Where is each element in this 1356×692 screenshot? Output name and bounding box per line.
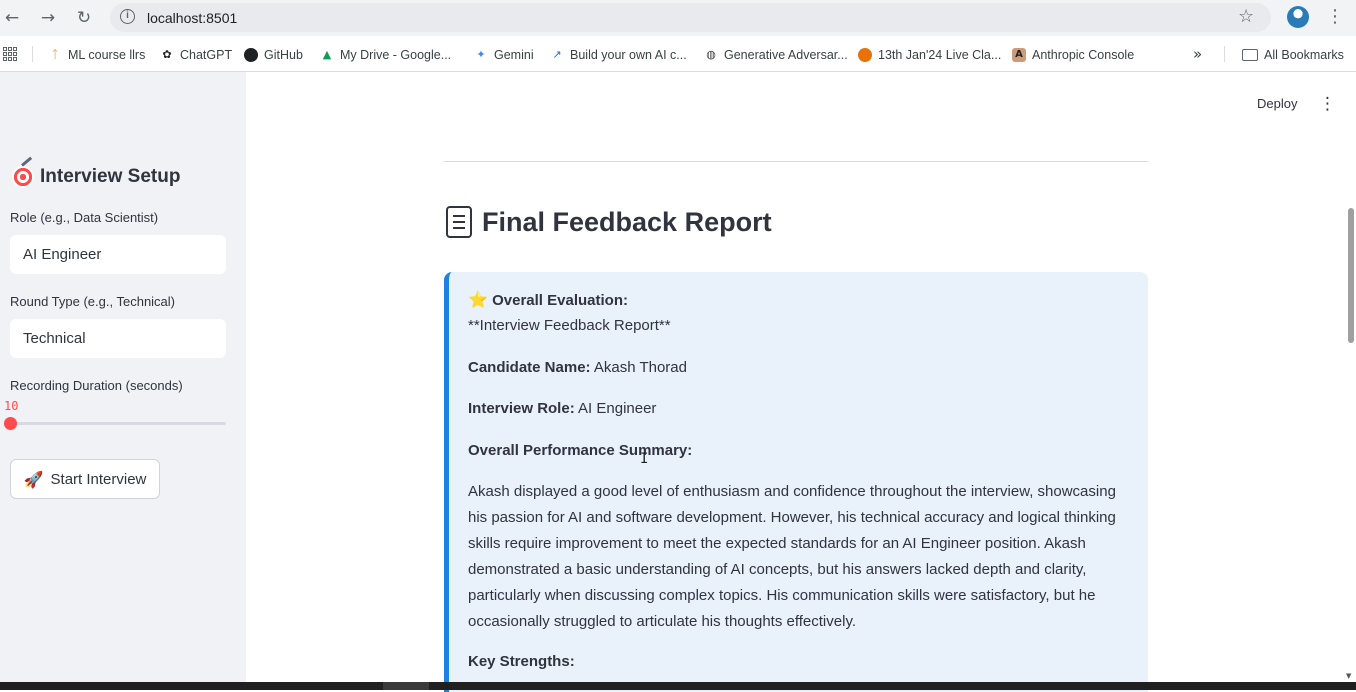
- live-class-icon: [858, 48, 872, 62]
- trend-icon: ↗: [552, 48, 562, 61]
- vertical-scrollbar[interactable]: [1348, 208, 1354, 343]
- anthropic-icon: A: [1012, 48, 1026, 62]
- bookmark-github[interactable]: GitHub: [244, 46, 303, 64]
- bookmark-ml-course[interactable]: ᛏ ML course llrs: [48, 46, 146, 64]
- sidebar-title-text: Interview Setup: [40, 166, 181, 187]
- bookmark-label: My Drive - Google...: [340, 48, 452, 62]
- overall-evaluation-label: Overall Evaluation:: [492, 292, 628, 309]
- bookmarks-bar: ᛏ ML course llrs ✿ ChatGPT GitHub ▲ My D…: [0, 36, 1356, 72]
- bookmark-gemini[interactable]: ✦ Gemini: [474, 46, 534, 64]
- interview-role-label: Interview Role:: [468, 400, 575, 417]
- site-info-icon[interactable]: i: [120, 9, 135, 24]
- chatgpt-icon: ✿: [162, 48, 172, 61]
- summary-line: occasionally struggled to articulate his…: [468, 613, 856, 630]
- start-interview-label: Start Interview: [50, 470, 147, 488]
- google-drive-icon: ▲: [322, 48, 332, 61]
- scroll-icon: [446, 206, 472, 238]
- bookmark-label: Gemini: [494, 48, 534, 62]
- candidate-label: Candidate Name:: [468, 359, 591, 376]
- rocket-icon: 🚀: [23, 469, 44, 489]
- role-line: Interview Role: AI Engineer: [468, 396, 1138, 422]
- summary-paragraph: Akash displayed a good level of enthusia…: [468, 479, 1138, 635]
- duration-slider-thumb[interactable]: [4, 417, 17, 430]
- bookmark-label: Anthropic Console: [1032, 48, 1135, 62]
- url-text[interactable]: localhost:8501: [147, 10, 237, 26]
- duration-label: Recording Duration (seconds): [10, 378, 183, 393]
- duration-slider-value: 10: [4, 399, 19, 413]
- all-bookmarks[interactable]: All Bookmarks: [1242, 46, 1344, 64]
- github-icon: [244, 48, 258, 62]
- bookmark-live-class[interactable]: 13th Jan'24 Live Cla...: [858, 46, 1001, 64]
- bookmarks-divider: [1224, 46, 1225, 62]
- feedback-info-box: ⭐ Overall Evaluation: **Interview Feedba…: [444, 272, 1148, 692]
- role-label: Role (e.g., Data Scientist): [10, 210, 159, 225]
- star-icon: ⭐: [468, 290, 488, 309]
- bookmark-label: ML course llrs: [68, 48, 146, 62]
- profile-avatar[interactable]: [1287, 6, 1309, 28]
- bookmark-chatgpt[interactable]: ✿ ChatGPT: [160, 46, 232, 64]
- ml-course-icon: ᛏ: [51, 48, 59, 61]
- bookmark-label: GitHub: [264, 48, 303, 62]
- strengths-label: Key Strengths:: [468, 653, 575, 670]
- bookmark-anthropic[interactable]: A Anthropic Console: [1012, 46, 1134, 64]
- section-divider: [444, 161, 1148, 162]
- summary-line: demonstrated a basic understanding of AI…: [468, 561, 1087, 578]
- bookmarks-divider: [32, 46, 33, 62]
- target-icon: [12, 166, 34, 188]
- bookmark-gan[interactable]: ◍ Generative Adversar...: [704, 46, 848, 64]
- round-type-label: Round Type (e.g., Technical): [10, 294, 176, 309]
- role-input[interactable]: [10, 235, 226, 274]
- duration-slider-track[interactable]: [10, 422, 226, 425]
- raw-heading: **Interview Feedback Report**: [468, 317, 671, 334]
- start-interview-button[interactable]: 🚀 Start Interview: [10, 459, 160, 499]
- summary-line: skills require improvement to meet the e…: [468, 535, 1086, 552]
- folder-icon: [1242, 49, 1258, 61]
- candidate-line: Candidate Name: Akash Thorad: [468, 355, 1138, 381]
- bookmark-label: ChatGPT: [180, 48, 233, 62]
- main-content: Deploy ⋮ Final Feedback Report ⭐ Overall…: [246, 72, 1356, 692]
- summary-line: particularly when discussing complex top…: [468, 587, 1096, 604]
- overall-evaluation-line: ⭐ Overall Evaluation:: [468, 287, 1138, 314]
- globe-icon: ◍: [706, 48, 716, 61]
- report-title-text: Final Feedback Report: [482, 206, 772, 237]
- bookmark-label: 13th Jan'24 Live Cla...: [878, 48, 1002, 62]
- gemini-icon: ✦: [476, 48, 486, 61]
- report-title: Final Feedback Report: [446, 206, 772, 238]
- sidebar: Interview Setup Role (e.g., Data Scienti…: [0, 72, 246, 682]
- scroll-down-arrow-icon[interactable]: ▼: [1346, 672, 1351, 680]
- bookmark-google-drive[interactable]: ▲ My Drive - Google...: [320, 46, 451, 64]
- strengths-heading: Key Strengths:: [468, 649, 1138, 675]
- taskbar-active-item[interactable]: [383, 682, 429, 690]
- bookmark-label: Generative Adversar...: [724, 48, 848, 62]
- address-bar[interactable]: i localhost:8501: [110, 3, 1271, 32]
- candidate-value: Akash Thorad: [593, 359, 687, 376]
- summary-line: Akash displayed a good level of enthusia…: [468, 483, 1116, 500]
- os-taskbar: [0, 682, 1356, 690]
- more-bookmarks-icon[interactable]: »: [1193, 45, 1202, 63]
- round-type-input[interactable]: [10, 319, 226, 358]
- reload-icon[interactable]: ↻: [72, 6, 96, 30]
- sidebar-title: Interview Setup: [12, 166, 180, 188]
- deploy-button[interactable]: Deploy: [1257, 96, 1297, 111]
- bookmark-label: Build your own AI c...: [570, 48, 687, 62]
- bookmark-star-icon[interactable]: ☆: [1238, 6, 1254, 27]
- browser-toolbar: ← → ↻ i localhost:8501 ☆ ⋮: [0, 0, 1356, 36]
- app-menu-icon[interactable]: ⋮: [1319, 94, 1336, 114]
- browser-menu-icon[interactable]: ⋮: [1326, 6, 1344, 27]
- apps-grid-icon[interactable]: [3, 47, 17, 61]
- forward-icon[interactable]: →: [36, 6, 60, 30]
- all-bookmarks-label: All Bookmarks: [1264, 48, 1344, 62]
- text-cursor-icon: I: [640, 451, 649, 467]
- bookmark-build-ai[interactable]: ↗ Build your own AI c...: [550, 46, 687, 64]
- summary-label: Overall Performance Summary:: [468, 442, 693, 459]
- back-icon[interactable]: ←: [0, 6, 24, 30]
- summary-line: his passion for AI and software developm…: [468, 509, 1116, 526]
- interview-role-value: AI Engineer: [578, 400, 657, 417]
- summary-heading: Overall Performance Summary:: [468, 438, 1138, 464]
